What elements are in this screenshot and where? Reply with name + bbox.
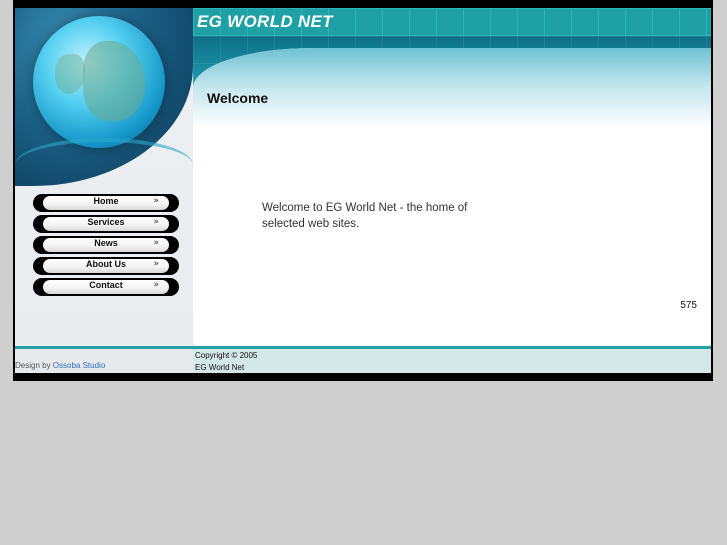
globe-icon	[33, 16, 165, 148]
design-credit-prefix: Design by	[15, 361, 53, 370]
globe-ring-decoration	[15, 138, 193, 192]
double-chevron-right-icon: »	[153, 238, 159, 248]
nav-item-about-us[interactable]: About Us »	[33, 257, 179, 275]
visitor-counter: 575	[680, 300, 697, 311]
globe-continent-shape	[55, 54, 85, 94]
nav-item-news[interactable]: News »	[33, 236, 179, 254]
welcome-text: Welcome to EG World Net - the home of se…	[262, 202, 468, 230]
double-chevron-right-icon: »	[153, 217, 159, 227]
copyright: Copyright © 2005 EG World Net	[195, 350, 257, 373]
double-chevron-right-icon: »	[153, 280, 159, 290]
main-nav: Home » Services » News » About Us » Cont…	[33, 194, 179, 299]
site-header: EG WORLD NET	[193, 8, 711, 36]
copyright-owner: EG World Net	[195, 363, 245, 372]
main-content: Welcome Welcome to EG World Net - the ho…	[193, 48, 711, 348]
nav-item-services[interactable]: Services »	[33, 215, 179, 233]
double-chevron-right-icon: »	[153, 259, 159, 269]
footer-right: Copyright © 2005 EG World Net	[193, 349, 711, 373]
globe-continent-shape	[83, 41, 145, 121]
page-inner: Home » Services » News » About Us » Cont…	[15, 8, 711, 373]
left-column: Home » Services » News » About Us » Cont…	[15, 8, 193, 348]
globe-banner	[15, 8, 193, 186]
footer-left: Design by Ossoba Studio	[15, 349, 193, 373]
content-banner-fade	[193, 48, 711, 128]
copyright-line: Copyright © 2005	[195, 351, 258, 360]
double-chevron-right-icon: »	[153, 196, 159, 206]
nav-item-contact[interactable]: Contact »	[33, 278, 179, 296]
design-credit-link[interactable]: Ossoba Studio	[53, 361, 105, 370]
nav-item-home[interactable]: Home »	[33, 194, 179, 212]
design-credit: Design by Ossoba Studio	[15, 361, 105, 370]
site-title: EG WORLD NET	[197, 12, 333, 31]
page-frame: Home » Services » News » About Us » Cont…	[13, 0, 713, 381]
page-title: Welcome	[207, 90, 269, 106]
